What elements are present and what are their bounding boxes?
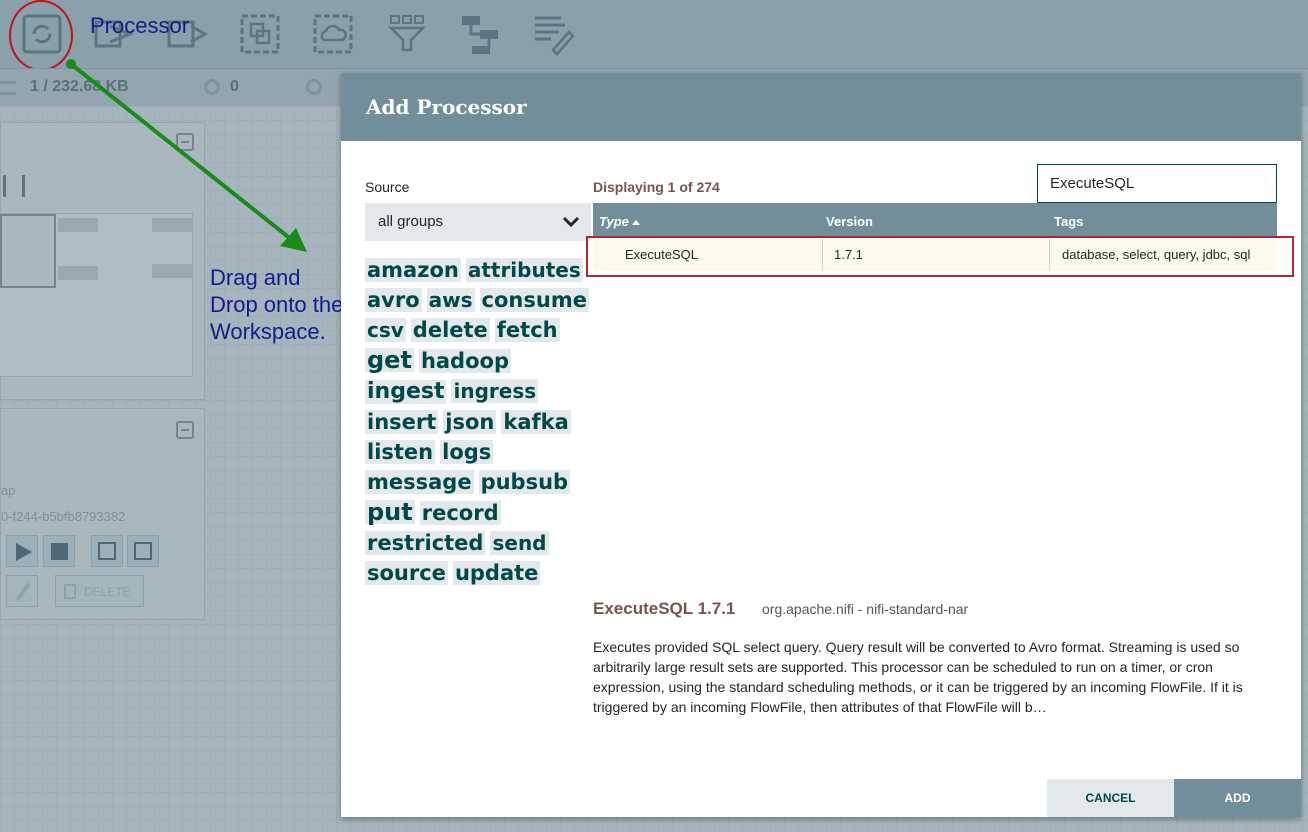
cancel-button[interactable]: CANCEL	[1047, 779, 1174, 817]
source-label: Source	[365, 179, 410, 195]
play-icon	[16, 543, 32, 561]
dialog-title: Add Processor	[366, 95, 527, 119]
queued-status: 1 / 232.68 KB	[30, 78, 129, 95]
queued-icon	[0, 81, 16, 95]
birdseye-component	[152, 218, 192, 232]
upload-template-button[interactable]	[127, 535, 159, 567]
tag-send[interactable]: send	[490, 531, 549, 555]
label-icon[interactable]	[531, 12, 575, 56]
remote-process-group-icon[interactable]	[311, 12, 355, 56]
tag-pubsub[interactable]: pubsub	[478, 470, 571, 494]
zoom-fit-icon[interactable]	[3, 175, 25, 197]
drag-annotation-line3: Workspace.	[210, 319, 326, 344]
column-header-version[interactable]: Version	[826, 214, 873, 229]
tag-fetch[interactable]: fetch	[494, 318, 560, 342]
tag-listen[interactable]: listen	[365, 440, 436, 464]
tag-source[interactable]: source	[365, 561, 448, 585]
processor-annotation: Processor	[90, 13, 190, 38]
displaying-count: Displaying 1 of 274	[593, 179, 720, 195]
operate-group-name: ap	[1, 483, 16, 498]
tag-kafka[interactable]: kafka	[501, 410, 571, 434]
chevron-down-icon	[562, 216, 580, 228]
processor-description: Executes provided SQL select query. Quer…	[593, 639, 1243, 715]
tag-put[interactable]: put	[365, 500, 415, 524]
funnel-icon[interactable]	[385, 12, 429, 56]
transmitting-status: 0	[230, 78, 239, 95]
tag-aws[interactable]: aws	[426, 288, 475, 312]
tag-amazon[interactable]: amazon	[365, 258, 461, 282]
birdseye-viewport[interactable]	[0, 214, 56, 288]
start-button[interactable]	[6, 535, 38, 567]
birdseye-component	[58, 266, 98, 280]
upload-template-icon	[134, 542, 152, 560]
dialog-header: Add Processor	[341, 73, 1301, 141]
component-toolbar	[0, 0, 1308, 68]
add-button[interactable]: ADD	[1174, 779, 1301, 817]
tag-restricted[interactable]: restricted	[365, 531, 486, 555]
tag-json[interactable]: json	[443, 410, 497, 434]
add-processor-dialog: Add Processor Source all groups amazon at…	[341, 73, 1301, 817]
tag-logs[interactable]: logs	[440, 440, 494, 464]
delete-label: DELETE	[84, 585, 131, 599]
collapse-operate-button[interactable]	[176, 421, 194, 439]
paint-brush-icon	[15, 582, 31, 602]
birdseye-view[interactable]	[0, 213, 193, 377]
not-transmitting-icon	[306, 79, 322, 95]
source-select-value: all groups	[378, 213, 444, 230]
tag-get[interactable]: get	[365, 348, 414, 372]
column-header-tags[interactable]: Tags	[1054, 214, 1083, 229]
tag-hadoop[interactable]: hadoop	[418, 349, 511, 373]
processor-detail-bundle: org.apache.nifi - nifi-standard-nar	[762, 601, 969, 617]
trash-icon	[64, 584, 76, 599]
processor-highlight-circle	[9, 0, 73, 71]
tag-ingest[interactable]: ingest	[365, 380, 447, 404]
operate-panel: ap 0-f244-b5bfb8793382 DELETE	[0, 408, 205, 620]
template-icon[interactable]	[458, 12, 502, 56]
sort-ascending-icon	[632, 220, 641, 226]
stop-icon	[51, 543, 68, 560]
tag-csv[interactable]: csv	[365, 318, 406, 342]
birdseye-component	[152, 264, 192, 278]
tag-record[interactable]: record	[419, 501, 501, 525]
source-group-select[interactable]: all groups	[365, 203, 591, 241]
selected-row-highlight	[586, 236, 1294, 277]
column-header-type[interactable]: Type	[599, 214, 641, 229]
tag-ingress[interactable]: ingress	[451, 379, 539, 403]
processor-detail-name: ExecuteSQL 1.7.1	[593, 599, 736, 618]
filter-input[interactable]	[1037, 164, 1277, 203]
tag-attributes[interactable]: attributes	[465, 258, 583, 282]
drag-annotation-line1: Drag and	[210, 265, 301, 290]
transmitting-icon	[204, 79, 220, 95]
tag-insert[interactable]: insert	[365, 410, 439, 434]
tag-cloud: amazon attributes avro aws consume csv delete f…	[365, 258, 595, 591]
collapse-navigate-button[interactable]	[176, 133, 194, 151]
process-group-icon[interactable]	[238, 12, 282, 56]
create-template-button[interactable]	[91, 535, 123, 567]
stop-button[interactable]	[43, 535, 75, 567]
change-color-button[interactable]	[6, 575, 38, 607]
tag-avro[interactable]: avro	[365, 288, 422, 312]
operate-group-id: 0-f244-b5bfb8793382	[1, 509, 126, 524]
tag-delete[interactable]: delete	[410, 318, 490, 342]
processor-table-header: Type Version Tags	[593, 203, 1277, 237]
tag-update[interactable]: update	[452, 561, 541, 585]
birdseye-component	[58, 218, 98, 232]
tag-consume[interactable]: consume	[479, 288, 589, 312]
tag-message[interactable]: message	[365, 470, 474, 494]
navigate-panel	[0, 122, 205, 400]
create-template-icon	[98, 542, 116, 560]
delete-button[interactable]: DELETE	[55, 575, 144, 607]
drag-annotation-line2: Drop onto the	[210, 292, 344, 317]
